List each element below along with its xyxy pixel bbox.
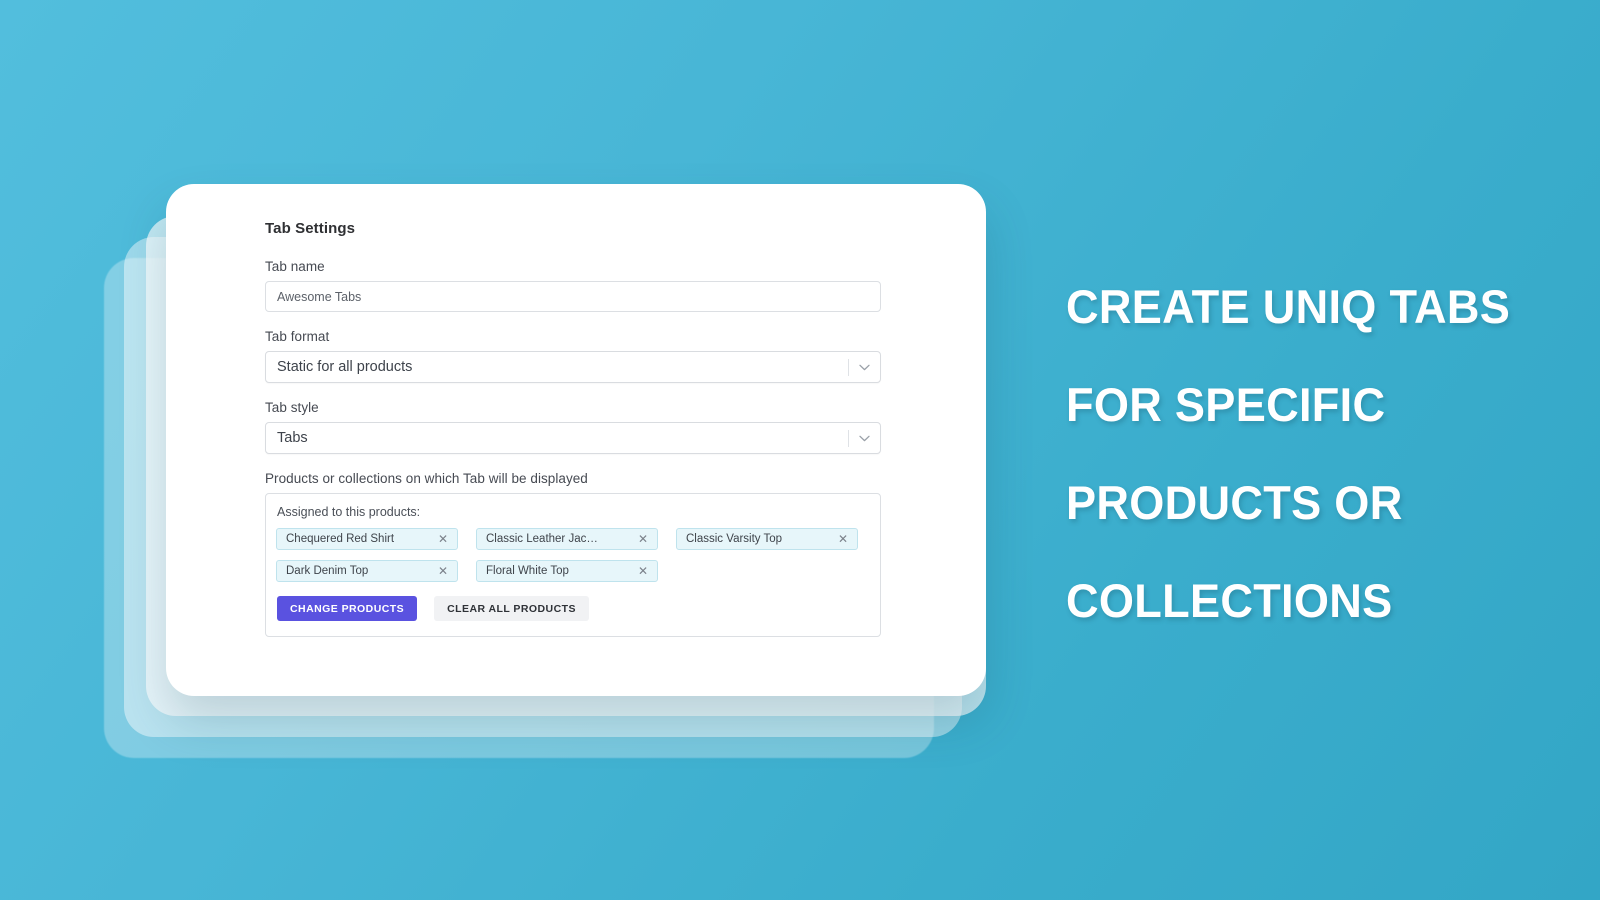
- chevron-down-icon[interactable]: [849, 364, 880, 371]
- change-products-button[interactable]: CHANGE PRODUCTS: [277, 596, 418, 621]
- tab-format-select[interactable]: Static for all products: [265, 351, 881, 383]
- list-item[interactable]: Floral White Top ✕: [476, 560, 658, 582]
- assigned-products-title: Assigned to this products:: [277, 505, 421, 519]
- product-tag-label: Classic Leather Jac…: [486, 533, 598, 545]
- chevron-down-icon[interactable]: [849, 435, 880, 442]
- product-tag-label: Floral White Top: [486, 565, 569, 577]
- list-item[interactable]: Classic Leather Jac… ✕: [476, 528, 658, 550]
- list-item[interactable]: Chequered Red Shirt ✕: [276, 528, 458, 550]
- headline-line-1: CREATE UNIQ TABS: [1066, 280, 1511, 333]
- close-icon[interactable]: ✕: [636, 564, 650, 578]
- close-icon[interactable]: ✕: [636, 532, 650, 546]
- tab-style-label: Tab style: [265, 400, 319, 415]
- clear-all-products-button[interactable]: CLEAR ALL PRODUCTS: [434, 596, 589, 621]
- product-tag-label: Chequered Red Shirt: [286, 533, 395, 545]
- tab-format-label: Tab format: [265, 329, 330, 344]
- assigned-products-panel: Assigned to this products: Chequered Red…: [265, 493, 881, 637]
- tab-style-value: Tabs: [277, 430, 308, 446]
- tab-format-value: Static for all products: [277, 359, 413, 375]
- tab-style-select[interactable]: Tabs: [265, 422, 881, 454]
- close-icon[interactable]: ✕: [436, 564, 450, 578]
- marketing-headline: CREATE UNIQ TABS FOR SPECIFIC PRODUCTS O…: [1066, 258, 1536, 650]
- tab-name-input[interactable]: [265, 281, 881, 312]
- tab-name-label: Tab name: [265, 259, 325, 274]
- close-icon[interactable]: ✕: [836, 532, 850, 546]
- tab-settings-card: Tab Settings Tab name Tab format Static …: [166, 184, 986, 696]
- products-section-label: Products or collections on which Tab wil…: [265, 471, 588, 486]
- list-item[interactable]: Dark Denim Top ✕: [276, 560, 458, 582]
- page-title: Tab Settings: [265, 220, 356, 237]
- headline-line-3: PRODUCTS OR: [1066, 476, 1403, 529]
- headline-line-2: FOR SPECIFIC: [1066, 378, 1386, 431]
- card-stack: Tab Settings Tab name Tab format Static …: [0, 0, 1000, 900]
- tab-settings-form: Tab Settings Tab name Tab format Static …: [265, 220, 881, 637]
- close-icon[interactable]: ✕: [436, 532, 450, 546]
- product-tag-label: Dark Denim Top: [286, 565, 369, 577]
- list-item[interactable]: Classic Varsity Top ✕: [676, 528, 858, 550]
- headline-line-4: COLLECTIONS: [1066, 574, 1393, 627]
- product-tag-label: Classic Varsity Top: [686, 533, 783, 545]
- product-actions: CHANGE PRODUCTS CLEAR ALL PRODUCTS: [276, 596, 870, 621]
- product-tag-list: Chequered Red Shirt ✕ Classic Leather Ja…: [276, 528, 870, 582]
